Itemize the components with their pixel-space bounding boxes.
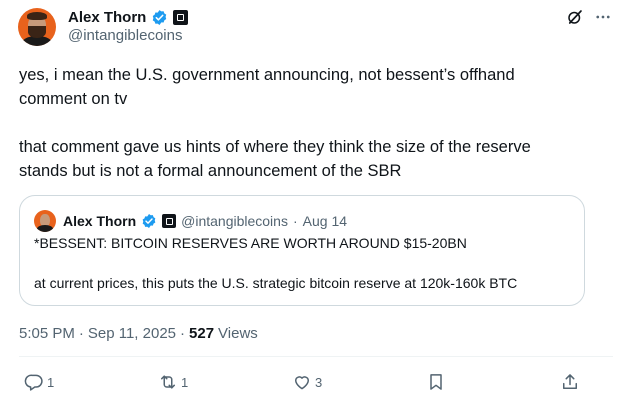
views-label: Views — [218, 325, 258, 342]
verified-badge-icon — [142, 214, 156, 228]
quoted-text-line-1: *BESSENT: BITCOIN RESERVES ARE WORTH ARO… — [34, 235, 467, 251]
reply-button[interactable]: 1 — [24, 372, 54, 392]
action-bar: 1 1 3 — [0, 372, 632, 400]
more-icon[interactable] — [594, 8, 612, 26]
tweet-time[interactable]: 5:05 PM — [19, 325, 75, 342]
reply-icon — [24, 374, 43, 391]
share-button[interactable] — [560, 372, 580, 392]
bookmark-icon — [430, 374, 442, 390]
author-display-name[interactable]: Alex Thorn — [68, 9, 146, 26]
verified-badge-icon — [153, 9, 167, 25]
bookmark-button[interactable] — [426, 372, 446, 392]
repost-icon — [161, 375, 175, 389]
like-count: 3 — [315, 374, 323, 390]
tweet-text: yes, i mean the U.S. government announci… — [19, 63, 579, 207]
top-actions — [566, 8, 612, 26]
quoted-tweet-header: Alex Thorn @intangiblecoins · Aug 14 — [34, 210, 347, 232]
reply-count: 1 — [47, 374, 55, 390]
quoted-tweet[interactable]: Alex Thorn @intangiblecoins · Aug 14 *BE… — [19, 195, 585, 306]
tweet-paragraph-2: that comment gave us hints of where they… — [19, 138, 531, 180]
meta-separator: · — [180, 325, 186, 342]
affiliation-badge-icon[interactable] — [173, 9, 189, 25]
quoted-author-avatar — [34, 210, 56, 232]
grok-icon[interactable] — [566, 8, 584, 26]
repost-button[interactable]: 1 — [158, 372, 188, 392]
author-avatar[interactable] — [18, 8, 56, 46]
author-handle[interactable]: @intangiblecoins — [68, 27, 182, 44]
quoted-author-display-name: Alex Thorn — [63, 213, 137, 229]
quoted-date: Aug 14 — [302, 213, 348, 229]
tweet-date[interactable]: Sep 11, 2025 — [88, 325, 176, 342]
tweet-paragraph-1: yes, i mean the U.S. government announci… — [19, 66, 515, 108]
quoted-text-line-2: at current prices, this puts the U.S. st… — [34, 275, 518, 291]
quoted-separator: · — [292, 213, 298, 229]
like-button[interactable]: 3 — [292, 372, 322, 392]
repost-count: 1 — [181, 374, 189, 390]
tweet-meta: 5:05 PM · Sep 11, 2025 · 527 Views — [19, 325, 258, 342]
views-count: 527 — [189, 325, 215, 342]
divider — [19, 356, 613, 357]
quoted-author-handle: @intangiblecoins — [181, 213, 288, 229]
heart-icon — [295, 376, 309, 390]
share-icon — [563, 374, 577, 389]
author-name-row: Alex Thorn — [68, 7, 189, 27]
affiliation-badge-icon — [162, 214, 177, 228]
meta-separator: · — [78, 325, 84, 342]
tweet: Alex Thorn @intangiblecoins yes, i mean … — [0, 0, 632, 418]
